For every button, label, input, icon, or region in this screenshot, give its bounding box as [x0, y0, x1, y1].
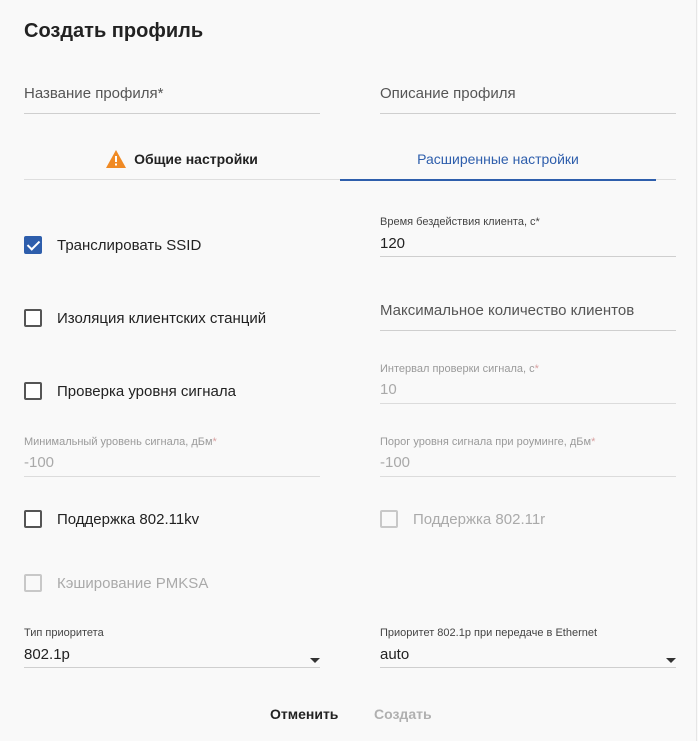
roaming-threshold-label: Порог уровня сигнала при роуминге, дБм*: [380, 436, 596, 448]
support-80211r-checkbox-row: Поддержка 802.11r: [380, 510, 545, 528]
support-80211r-label: Поддержка 802.11r: [413, 510, 546, 528]
broadcast-ssid-label: Транслировать SSID: [57, 236, 202, 254]
client-isolation-checkbox[interactable]: [24, 309, 42, 327]
support-80211r-checkbox: [380, 510, 398, 528]
roaming-threshold-value: -100: [380, 454, 411, 471]
priority-type-select[interactable]: Тип приоритета 802.1p: [24, 627, 320, 668]
priority-type-label: Тип приоритета: [24, 627, 104, 639]
warning-icon: [106, 150, 127, 168]
pmksa-caching-checkbox-row: Кэширование PMKSA: [24, 574, 208, 592]
signal-check-interval-field: Интервал проверки сигнала, с* 10: [380, 363, 676, 404]
tab-advanced-settings[interactable]: Расширенные настройки: [340, 138, 656, 181]
idle-time-label: Время бездействия клиента, с*: [380, 216, 540, 228]
signal-check-interval-label: Интервал проверки сигнала, с*: [380, 363, 539, 375]
support-80211kv-checkbox[interactable]: [24, 510, 42, 528]
signal-check-label: Проверка уровня сигнала: [57, 382, 236, 400]
tab-general-label: Общие настройки: [134, 151, 258, 167]
dropdown-arrow-icon[interactable]: [666, 658, 676, 663]
create-profile-dialog: Создать профиль Название профиля* Описан…: [0, 0, 697, 741]
priority-ethernet-label: Приоритет 802.1p при передаче в Ethernet: [380, 627, 598, 639]
profile-description-placeholder: Описание профиля: [380, 85, 516, 102]
dialog-title: Создать профиль: [24, 20, 204, 42]
roaming-threshold-field: Порог уровня сигнала при роуминге, дБм* …: [380, 436, 676, 477]
min-signal-label: Минимальный уровень сигнала, дБм*: [24, 436, 217, 448]
signal-check-interval-value: 10: [380, 381, 397, 398]
min-signal-field: Минимальный уровень сигнала, дБм* -100: [24, 436, 320, 477]
signal-check-checkbox-row[interactable]: Проверка уровня сигнала: [24, 382, 236, 400]
broadcast-ssid-checkbox[interactable]: [24, 236, 42, 254]
client-isolation-checkbox-row[interactable]: Изоляция клиентских станций: [24, 309, 266, 327]
dropdown-arrow-icon[interactable]: [310, 658, 320, 663]
broadcast-ssid-checkbox-row[interactable]: Транслировать SSID: [24, 236, 201, 254]
tab-advanced-label: Расширенные настройки: [417, 151, 579, 167]
pmksa-caching-checkbox: [24, 574, 42, 592]
profile-name-placeholder: Название профиля*: [24, 85, 164, 102]
max-clients-field[interactable]: Максимальное количество клиентов: [380, 301, 676, 331]
cancel-button[interactable]: Отменить: [270, 706, 338, 722]
tab-general-settings[interactable]: Общие настройки: [24, 138, 340, 180]
active-tab-indicator: [340, 179, 656, 181]
create-button[interactable]: Создать: [374, 706, 432, 722]
support-80211kv-checkbox-row[interactable]: Поддержка 802.11kv: [24, 510, 199, 528]
client-isolation-label: Изоляция клиентских станций: [57, 309, 267, 327]
priority-ethernet-value: auto: [380, 646, 410, 663]
min-signal-value: -100: [24, 454, 55, 471]
settings-tabs: Общие настройки Расширенные настройки: [24, 138, 676, 181]
idle-time-value: 120: [380, 235, 406, 252]
idle-time-field[interactable]: Время бездействия клиента, с* 120: [380, 216, 676, 257]
priority-ethernet-select[interactable]: Приоритет 802.1p при передаче в Ethernet…: [380, 627, 676, 668]
pmksa-caching-label: Кэширование PMKSA: [57, 574, 209, 592]
profile-description-field[interactable]: Описание профиля: [380, 84, 676, 114]
signal-check-checkbox[interactable]: [24, 382, 42, 400]
priority-type-value: 802.1p: [24, 646, 70, 663]
support-80211kv-label: Поддержка 802.11kv: [57, 510, 200, 528]
max-clients-placeholder: Максимальное количество клиентов: [380, 302, 635, 319]
profile-name-field[interactable]: Название профиля*: [24, 84, 320, 114]
